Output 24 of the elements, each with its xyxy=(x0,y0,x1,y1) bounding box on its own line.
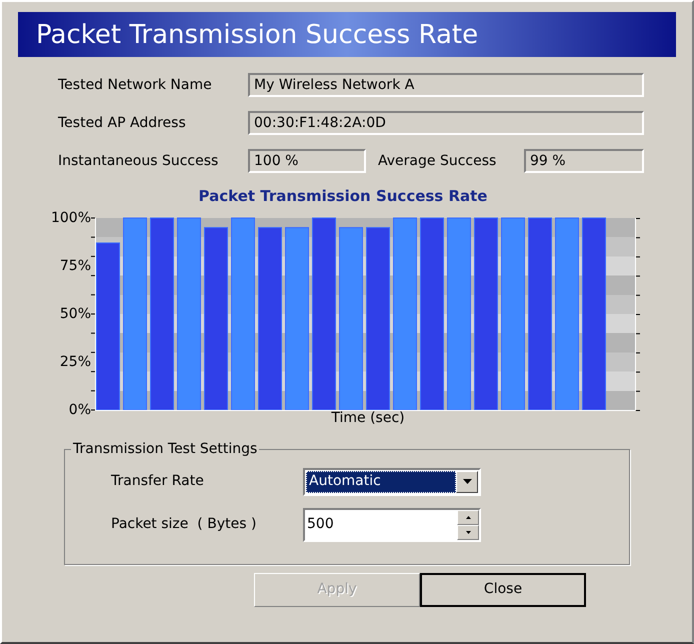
y-tick-label: 100% xyxy=(50,210,91,224)
field-label: Transfer Rate xyxy=(111,472,205,491)
field-label: Packet size ( Bytes ) xyxy=(111,515,258,534)
packet-size-spinbox[interactable]: 500 xyxy=(303,508,481,542)
read-only-field: 100 % xyxy=(248,149,366,173)
y-tick-label: 25% xyxy=(60,354,91,368)
y-tick-label: 75% xyxy=(60,258,91,272)
field-label: Average Success xyxy=(378,152,498,170)
banner-title: Packet Transmission Success Rate xyxy=(36,22,478,48)
close-button[interactable]: Close xyxy=(420,572,586,606)
spin-down-icon[interactable] xyxy=(457,524,479,540)
spin-up-icon[interactable] xyxy=(457,510,479,524)
rate-dropdown[interactable]: Automatic xyxy=(303,468,481,496)
read-only-field: 00:30:F1:48:2A:0D xyxy=(248,111,644,135)
y-tick-label: 50% xyxy=(60,306,91,320)
x-axis-label: Time (sec) xyxy=(331,408,405,428)
field-label: Tested Network Name xyxy=(58,76,213,94)
field-label: Instantaneous Success xyxy=(58,152,220,170)
read-only-field: 99 % xyxy=(524,149,644,173)
chart-title: Packet Transmission Success Rate xyxy=(198,186,488,207)
read-only-field: My Wireless Network A xyxy=(248,73,644,97)
y-tick-label: 0% xyxy=(68,402,91,416)
field-label: Tested AP Address xyxy=(58,114,187,132)
group-title: Transmission Test Settings xyxy=(71,440,260,458)
